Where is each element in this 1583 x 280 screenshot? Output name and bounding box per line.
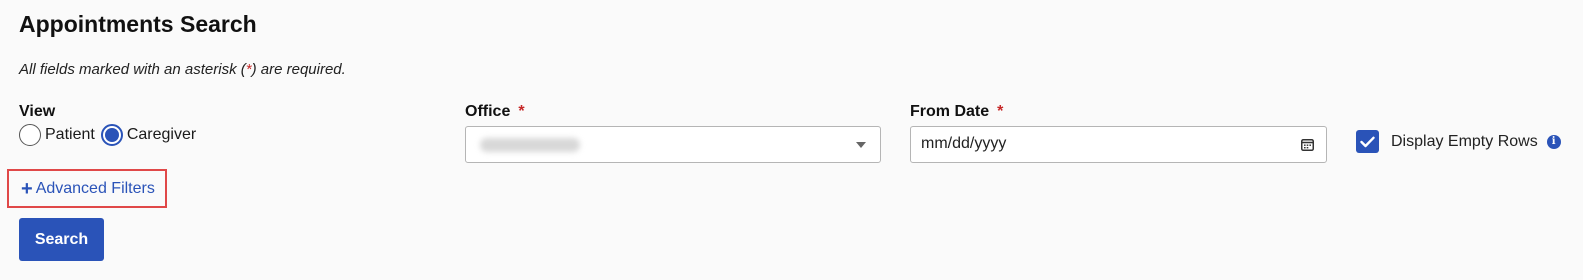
caregiver-radio-dot [104,128,119,142]
office-required-mark: * [518,103,525,120]
from-date-required-mark: * [997,103,1004,120]
info-icon[interactable]: i [1546,134,1561,149]
caregiver-radio-label[interactable]: Caregiver [127,126,196,144]
patient-radio[interactable] [19,124,41,146]
office-select[interactable] [465,126,881,163]
page-title: Appointments Search [19,11,257,37]
display-empty-rows-option: Display Empty Rows i [1356,130,1561,153]
display-empty-rows-label[interactable]: Display Empty Rows [1391,133,1538,151]
office-label-text: Office [465,103,511,120]
office-selected-value-redacted [480,138,580,152]
view-label: View [19,103,56,120]
search-button[interactable]: Search [19,218,104,261]
calendar-icon[interactable] [1301,138,1314,156]
office-label: Office * [465,103,525,121]
patient-radio-label[interactable]: Patient [45,126,95,144]
display-empty-rows-checkbox[interactable] [1356,130,1379,153]
required-note-suffix: ) are required. [251,61,346,78]
advanced-filters-label: Advanced Filters [35,179,155,197]
from-date-input[interactable]: mm/dd/yyyy [910,126,1327,163]
from-date-label: From Date * [910,103,1003,121]
chevron-down-icon [856,142,866,148]
advanced-filters-link[interactable]: + Advanced Filters [7,169,167,208]
caregiver-radio[interactable] [100,124,123,146]
from-date-label-text: From Date [910,103,990,120]
required-fields-note: All fields marked with an asterisk (*) a… [19,61,346,78]
view-radio-group: Patient Caregiver [19,124,202,146]
plus-icon: + [21,177,33,200]
from-date-placeholder: mm/dd/yyyy [921,135,1007,152]
checkmark-icon [1360,136,1375,147]
required-note-prefix: All fields marked with an asterisk ( [19,61,246,78]
